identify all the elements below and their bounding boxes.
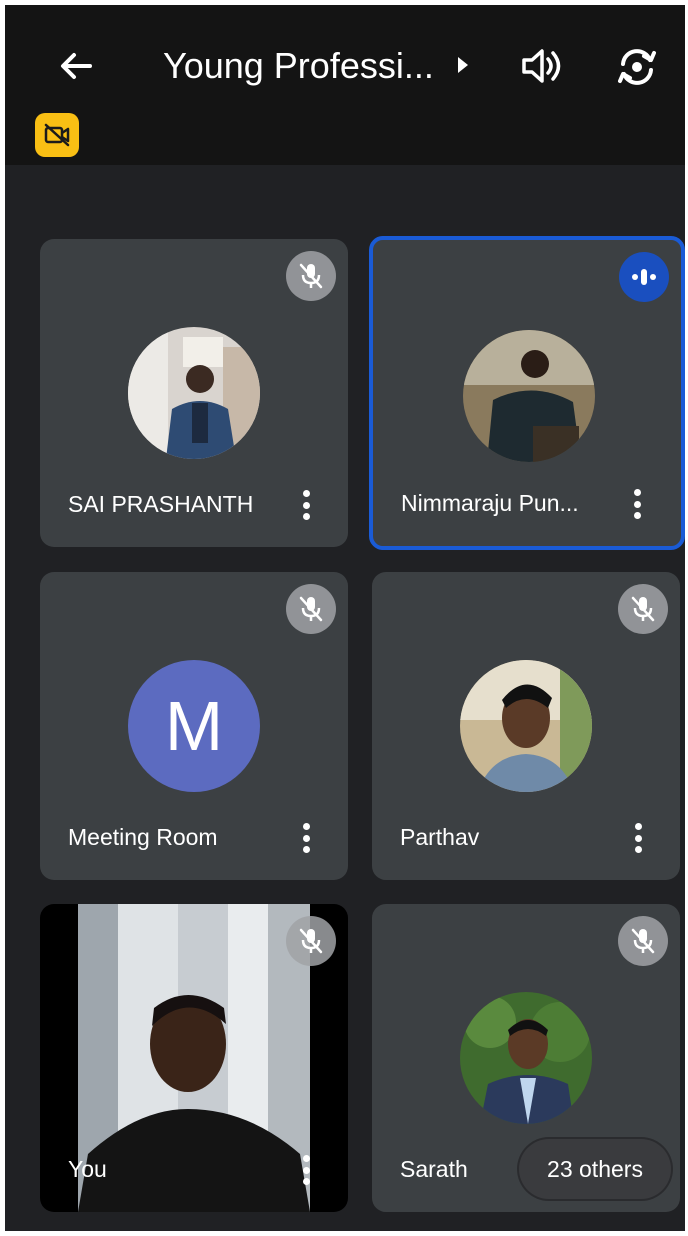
mic-off-badge <box>286 916 336 966</box>
participant-tile[interactable]: Parthav <box>372 572 680 880</box>
participant-menu-button[interactable] <box>296 487 316 523</box>
caret-right-icon <box>458 57 468 73</box>
video-off-icon <box>44 123 70 147</box>
avatar-photo <box>460 660 592 792</box>
participant-name: You <box>68 1156 107 1182</box>
participant-avatar <box>460 992 592 1124</box>
participant-name: Nimmaraju Pun... <box>401 490 579 516</box>
mic-off-badge <box>286 251 336 301</box>
mic-off-icon <box>299 596 323 622</box>
participant-avatar <box>460 660 592 792</box>
participant-avatar <box>463 330 595 462</box>
participant-tile[interactable]: SAI PRASHANTH <box>40 239 348 547</box>
participant-tile[interactable]: M Meeting Room <box>40 572 348 880</box>
speaker-icon <box>522 49 561 83</box>
participant-name: Sarath <box>400 1156 468 1182</box>
camera-switch-icon <box>618 49 656 85</box>
participant-tile-speaking[interactable]: Nimmaraju Pun... <box>369 236 685 550</box>
self-camera-preview <box>78 904 310 1212</box>
switch-camera-button[interactable] <box>611 41 663 93</box>
mic-off-icon <box>631 928 655 954</box>
avatar-photo <box>128 327 260 459</box>
participant-avatar <box>128 327 260 459</box>
mic-off-icon <box>299 928 323 954</box>
meeting-title[interactable]: Young Professi... <box>163 41 443 91</box>
meet-call-screen: Young Professi... SAI PRASHANTH Nimmaraj… <box>5 5 685 1231</box>
mic-off-badge <box>618 584 668 634</box>
audio-output-button[interactable] <box>517 41 567 91</box>
camera-feed <box>78 904 310 1212</box>
participant-menu-button[interactable] <box>296 1152 316 1188</box>
participant-name: SAI PRASHANTH <box>68 491 254 517</box>
back-button[interactable] <box>53 43 99 89</box>
meeting-details-button[interactable] <box>453 51 473 79</box>
arrow-left-icon <box>61 53 92 79</box>
others-count-button[interactable]: 23 others <box>519 1139 671 1199</box>
camera-off-indicator[interactable] <box>35 113 79 157</box>
avatar-photo <box>463 330 595 462</box>
speaking-indicator <box>619 252 669 302</box>
self-video-tile[interactable]: You <box>40 904 348 1212</box>
mic-off-icon <box>299 263 323 289</box>
avatar-photo <box>460 992 592 1124</box>
participant-avatar-letter: M <box>128 660 260 792</box>
mic-off-icon <box>631 596 655 622</box>
participant-name: Meeting Room <box>68 824 218 850</box>
audio-level-icon <box>632 269 656 285</box>
participant-menu-button[interactable] <box>627 486 647 522</box>
mic-off-badge <box>286 584 336 634</box>
participant-menu-button[interactable] <box>296 820 316 856</box>
mic-off-badge <box>618 916 668 966</box>
participant-name: Parthav <box>400 824 480 850</box>
top-bar: Young Professi... <box>5 5 685 165</box>
participant-menu-button[interactable] <box>628 820 648 856</box>
